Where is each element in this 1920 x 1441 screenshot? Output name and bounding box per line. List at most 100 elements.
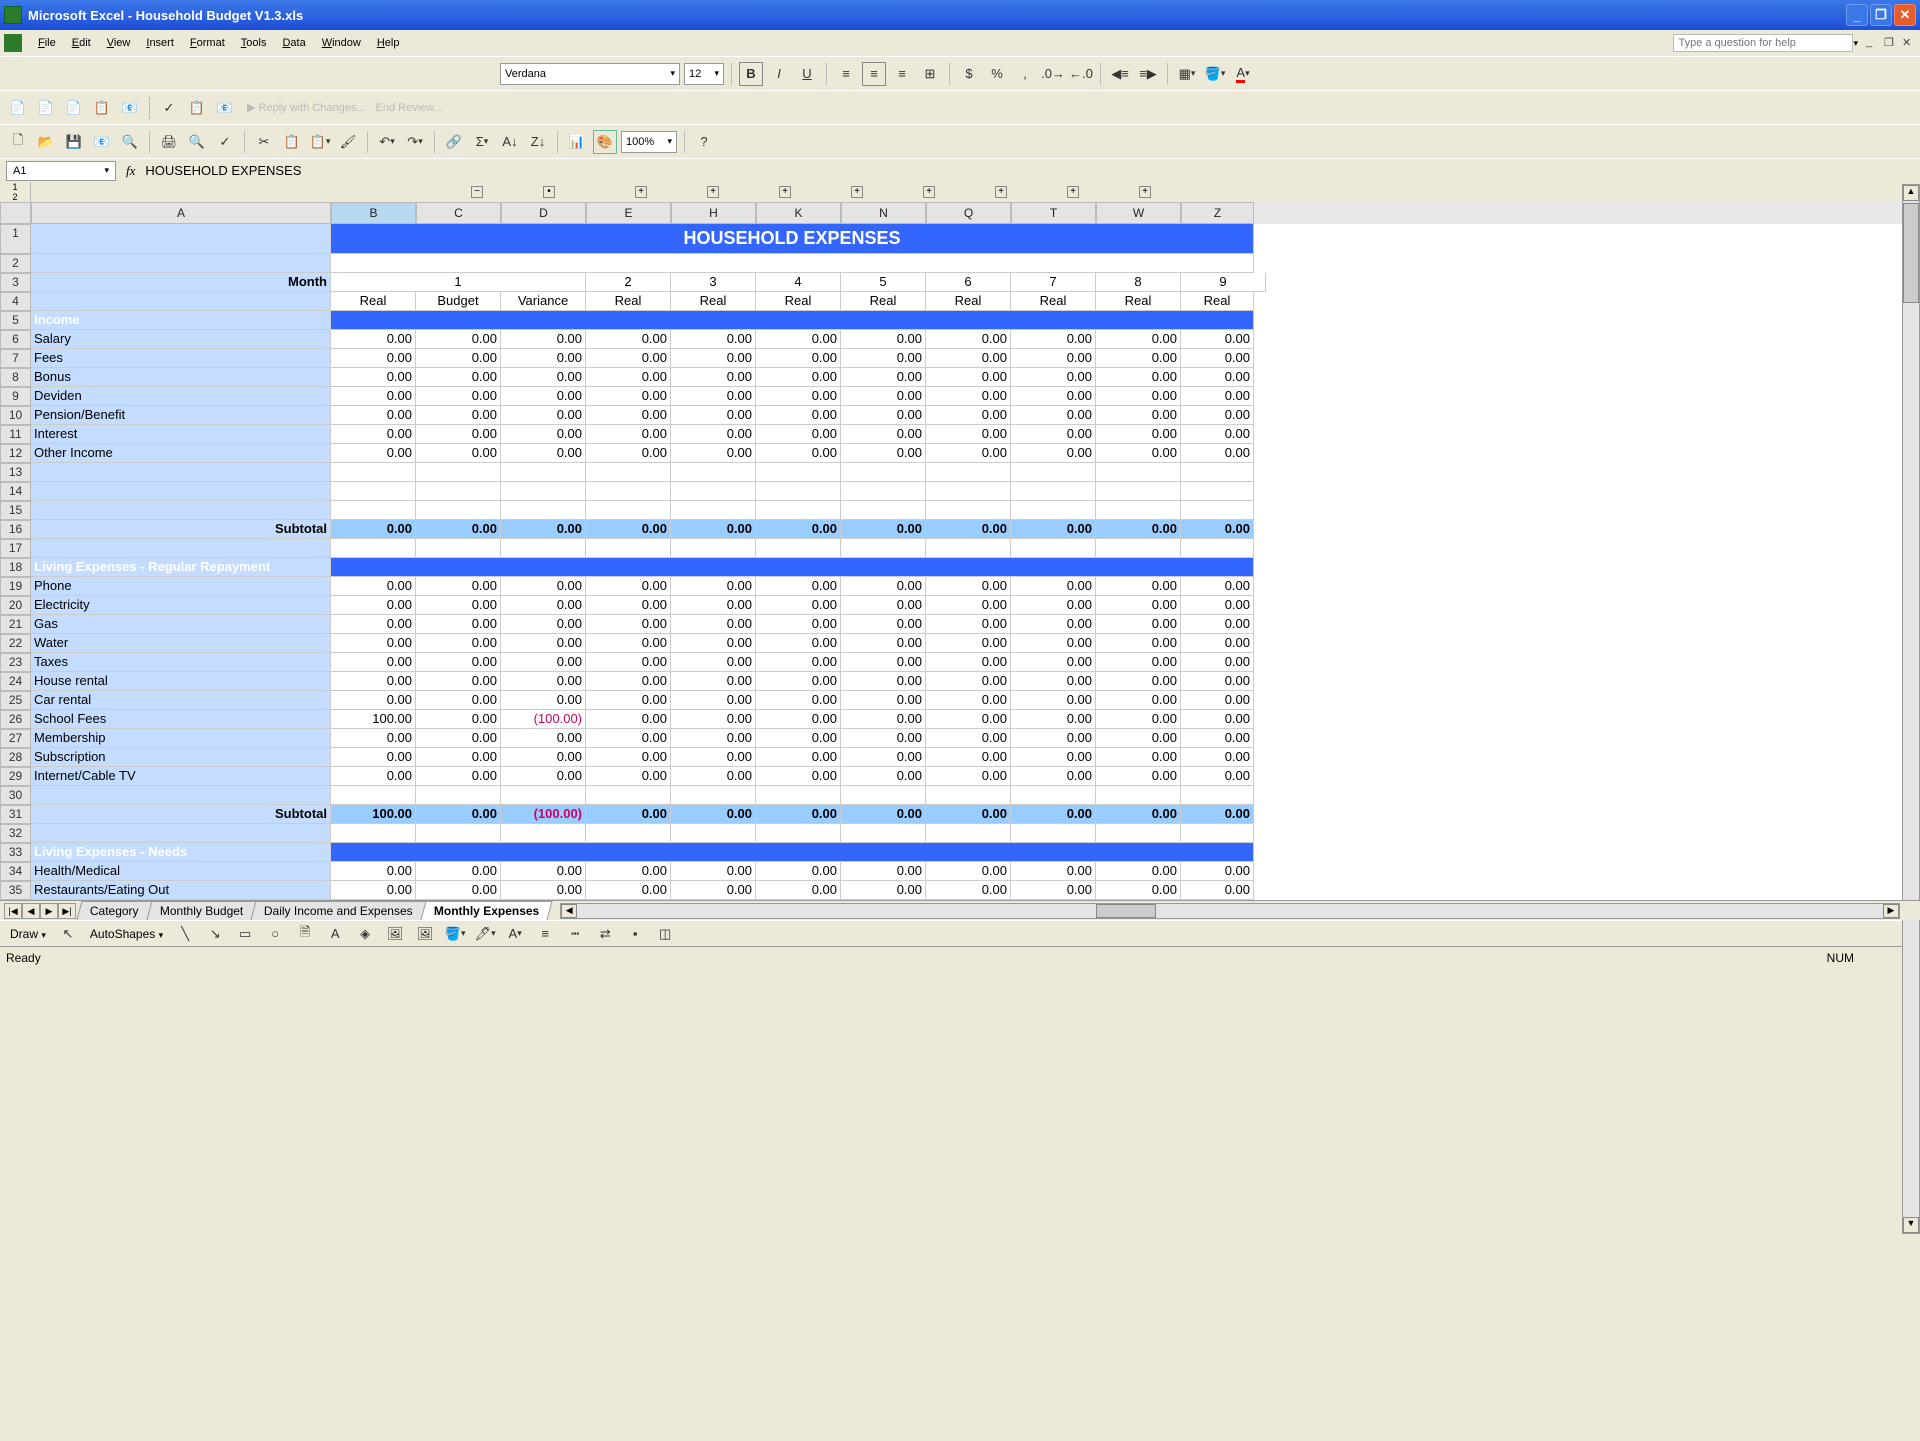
- align-center-button[interactable]: ≡: [862, 62, 886, 86]
- value-cell[interactable]: 0.00: [841, 862, 926, 881]
- cell[interactable]: [671, 463, 756, 482]
- item-label[interactable]: Bonus: [31, 368, 331, 387]
- value-cell[interactable]: 0.00: [331, 444, 416, 463]
- value-cell[interactable]: 0.00: [501, 577, 586, 596]
- value-cell[interactable]: 0.00: [1181, 387, 1254, 406]
- column-header-W[interactable]: W: [1096, 202, 1181, 224]
- cell[interactable]: [841, 539, 926, 558]
- cell[interactable]: [671, 824, 756, 843]
- value-cell[interactable]: 0.00: [416, 368, 501, 387]
- value-cell[interactable]: 0.00: [926, 634, 1011, 653]
- value-cell[interactable]: 0.00: [671, 444, 756, 463]
- item-label[interactable]: Pension/Benefit: [31, 406, 331, 425]
- select-all-cell[interactable]: [0, 202, 31, 224]
- value-cell[interactable]: 0.00: [671, 881, 756, 900]
- cell[interactable]: [416, 539, 501, 558]
- cell[interactable]: [586, 463, 671, 482]
- value-cell[interactable]: 0.00: [501, 406, 586, 425]
- value-cell[interactable]: 0.00: [1011, 615, 1096, 634]
- cell[interactable]: [501, 463, 586, 482]
- subtotal-cell[interactable]: 0.00: [841, 805, 926, 824]
- cell[interactable]: [331, 463, 416, 482]
- value-cell[interactable]: 0.00: [756, 767, 841, 786]
- value-cell[interactable]: 0.00: [331, 387, 416, 406]
- cell[interactable]: [31, 539, 331, 558]
- subtotal-cell[interactable]: 0.00: [756, 805, 841, 824]
- cell[interactable]: [671, 501, 756, 520]
- outline-collapse-icon[interactable]: −: [471, 186, 483, 198]
- subtotal-cell[interactable]: 0.00: [671, 805, 756, 824]
- cell[interactable]: [331, 501, 416, 520]
- outline-expand-icon[interactable]: +: [707, 186, 719, 198]
- cell[interactable]: [926, 482, 1011, 501]
- month-cell[interactable]: 5: [841, 273, 926, 292]
- column-header-E[interactable]: E: [586, 202, 671, 224]
- value-cell[interactable]: 0.00: [331, 596, 416, 615]
- subheader-cell[interactable]: Real: [756, 292, 841, 311]
- section-header[interactable]: Living Expenses - Regular Repayment: [31, 558, 331, 577]
- cell[interactable]: [586, 786, 671, 805]
- value-cell[interactable]: 0.00: [501, 349, 586, 368]
- edit-comment-icon[interactable]: 📧: [118, 96, 142, 120]
- row-header[interactable]: 25: [0, 691, 31, 710]
- value-cell[interactable]: 0.00: [586, 672, 671, 691]
- value-cell[interactable]: 0.00: [1096, 406, 1181, 425]
- value-cell[interactable]: 0.00: [586, 444, 671, 463]
- shadow-icon[interactable]: ▪: [623, 922, 647, 946]
- hyperlink-button[interactable]: 🔗: [442, 130, 466, 154]
- subtotal-cell[interactable]: 0.00: [331, 520, 416, 539]
- cell[interactable]: [331, 539, 416, 558]
- item-label[interactable]: House rental: [31, 672, 331, 691]
- cell[interactable]: [926, 463, 1011, 482]
- item-label[interactable]: Health/Medical: [31, 862, 331, 881]
- cell[interactable]: [586, 501, 671, 520]
- value-cell[interactable]: 0.00: [416, 444, 501, 463]
- print-preview-button[interactable]: 🔍: [185, 130, 209, 154]
- value-cell[interactable]: 0.00: [1011, 577, 1096, 596]
- value-cell[interactable]: (100.00): [501, 710, 586, 729]
- name-box[interactable]: A1▾: [6, 161, 116, 181]
- value-cell[interactable]: 0.00: [1181, 710, 1254, 729]
- subheader-cell[interactable]: Real: [331, 292, 416, 311]
- month-cell[interactable]: 1: [331, 273, 586, 292]
- row-header[interactable]: 13: [0, 463, 31, 482]
- value-cell[interactable]: 0.00: [841, 748, 926, 767]
- value-cell[interactable]: 0.00: [756, 710, 841, 729]
- value-cell[interactable]: 0.00: [1096, 672, 1181, 691]
- value-cell[interactable]: 0.00: [416, 596, 501, 615]
- value-cell[interactable]: 0.00: [1181, 330, 1254, 349]
- section-band[interactable]: [331, 311, 1254, 330]
- tab-prev-button[interactable]: ◀: [22, 903, 40, 919]
- value-cell[interactable]: 0.00: [926, 881, 1011, 900]
- row-header[interactable]: 6: [0, 330, 31, 349]
- item-label[interactable]: Other Income: [31, 444, 331, 463]
- outline-expand-icon[interactable]: +: [851, 186, 863, 198]
- section-header[interactable]: Living Expenses - Needs: [31, 843, 331, 862]
- value-cell[interactable]: 0.00: [671, 767, 756, 786]
- row-header[interactable]: 14: [0, 482, 31, 501]
- cell[interactable]: [841, 786, 926, 805]
- value-cell[interactable]: 0.00: [841, 444, 926, 463]
- value-cell[interactable]: 0.00: [501, 596, 586, 615]
- row-header[interactable]: 21: [0, 615, 31, 634]
- value-cell[interactable]: 0.00: [1011, 672, 1096, 691]
- month-cell[interactable]: 9: [1181, 273, 1266, 292]
- column-header-A[interactable]: A: [31, 202, 331, 224]
- cell[interactable]: [756, 824, 841, 843]
- arrow-style-icon[interactable]: ⇄: [593, 922, 617, 946]
- section-band[interactable]: [331, 843, 1254, 862]
- cell[interactable]: [756, 482, 841, 501]
- menu-format[interactable]: Format: [182, 35, 233, 51]
- cell[interactable]: [841, 824, 926, 843]
- value-cell[interactable]: 0.00: [756, 577, 841, 596]
- draw-menu[interactable]: Draw ▾: [6, 925, 50, 943]
- format-painter-button[interactable]: 🖌: [336, 130, 360, 154]
- menu-window[interactable]: Window: [314, 35, 369, 51]
- value-cell[interactable]: 0.00: [1181, 653, 1254, 672]
- value-cell[interactable]: 0.00: [1181, 729, 1254, 748]
- value-cell[interactable]: 0.00: [926, 767, 1011, 786]
- value-cell[interactable]: 0.00: [1096, 748, 1181, 767]
- value-cell[interactable]: 0.00: [331, 691, 416, 710]
- value-cell[interactable]: 0.00: [416, 577, 501, 596]
- dash-style-icon[interactable]: ┅: [563, 922, 587, 946]
